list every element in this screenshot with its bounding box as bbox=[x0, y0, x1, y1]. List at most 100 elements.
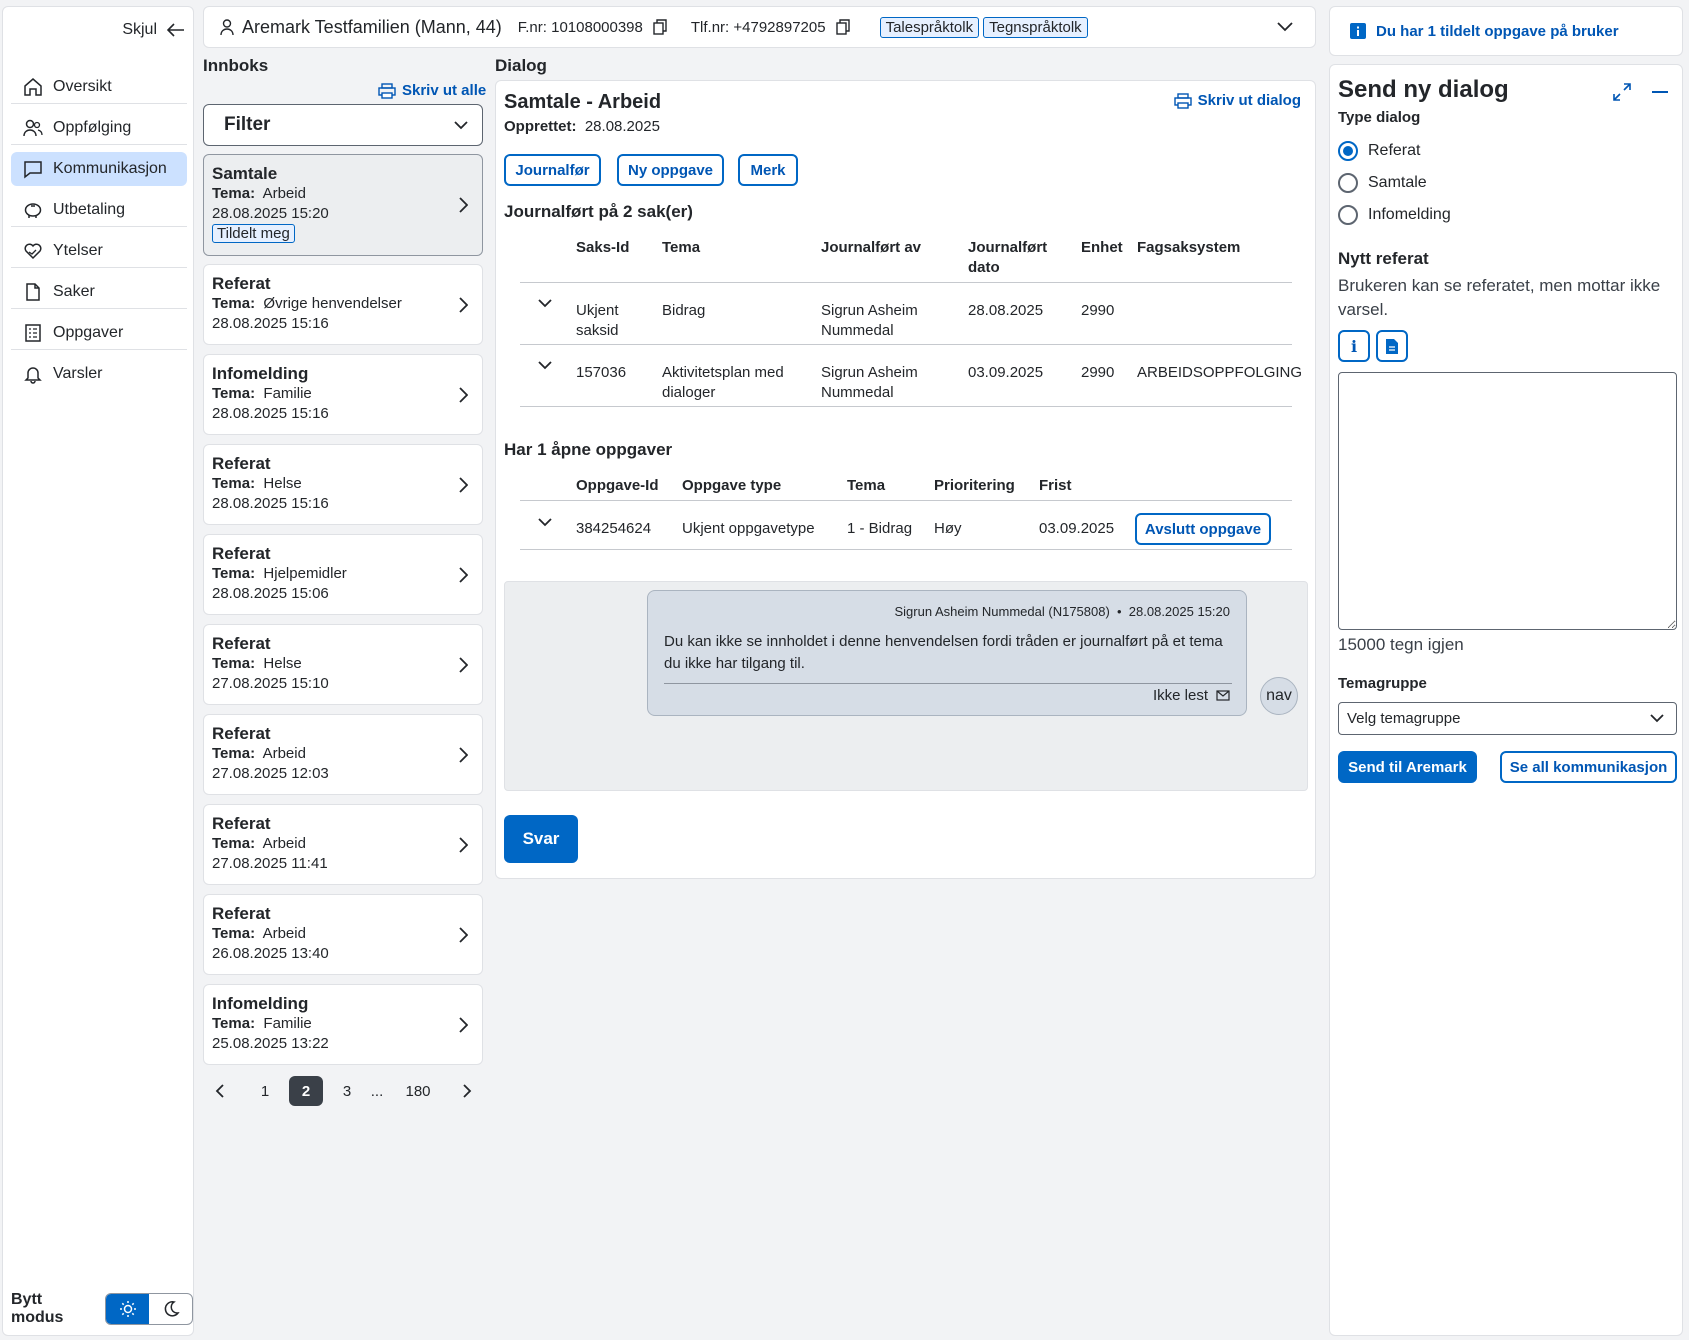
file-icon bbox=[26, 282, 40, 301]
table-cell: ARBEIDSOPPFOLGING bbox=[1137, 364, 1303, 381]
created-date: 28.08.2025 bbox=[584, 118, 660, 135]
see-all-button[interactable]: Se all kommunikasjon bbox=[1500, 751, 1677, 783]
referat-textarea[interactable] bbox=[1338, 372, 1677, 630]
table-cell: Sigrun Asheim Nummedal bbox=[821, 302, 918, 339]
printer-icon bbox=[1173, 92, 1192, 109]
copy-icon[interactable] bbox=[653, 19, 667, 35]
page-button-current[interactable]: 2 bbox=[289, 1076, 323, 1106]
inbox-item[interactable]: Referat Tema: Arbeid 26.08.2025 13:40 bbox=[203, 894, 483, 975]
info-button[interactable]: i bbox=[1338, 330, 1370, 362]
sidebar-item-oppgaver[interactable]: Oppgaver bbox=[11, 316, 187, 350]
mark-button[interactable]: Merk bbox=[738, 154, 798, 186]
page-button[interactable]: 1 bbox=[245, 1076, 285, 1106]
people-icon bbox=[23, 119, 43, 136]
close-task-button[interactable]: Avslutt oppgave bbox=[1135, 513, 1271, 545]
tema-label: Tema: bbox=[212, 475, 256, 492]
journalfor-button[interactable]: Journalfør bbox=[504, 154, 601, 186]
chevron-down-icon[interactable] bbox=[1277, 22, 1293, 32]
chevron-right-icon bbox=[459, 386, 468, 403]
sidebar-item-utbetaling[interactable]: Utbetaling bbox=[11, 193, 187, 227]
radio-referat[interactable]: Referat bbox=[1338, 141, 1420, 161]
radio-circle bbox=[1338, 141, 1358, 161]
inbox-item[interactable]: Referat Tema: Helse 27.08.2025 15:10 bbox=[203, 624, 483, 705]
expand-icon[interactable] bbox=[1613, 83, 1631, 101]
col-header: Prioritering bbox=[934, 477, 1015, 494]
next-page-button[interactable] bbox=[451, 1076, 483, 1106]
inbox-item[interactable]: Infomelding Tema: Familie 25.08.2025 13:… bbox=[203, 984, 483, 1065]
message-date: 25.08.2025 13:22 bbox=[212, 1035, 329, 1052]
col-header: Journalført dato bbox=[968, 239, 1048, 276]
table-cell: 03.09.2025 bbox=[968, 364, 1044, 381]
send-title: Send ny dialog bbox=[1338, 76, 1509, 103]
table-cell: 384254624 bbox=[576, 520, 652, 537]
expand-row-icon[interactable] bbox=[538, 299, 552, 308]
hide-sidebar-button[interactable]: Skjul bbox=[122, 21, 185, 39]
temagruppe-select[interactable]: Velg temagruppe bbox=[1338, 702, 1677, 735]
created-label: Opprettet: bbox=[504, 118, 577, 135]
person-header[interactable]: Aremark Testfamilien (Mann, 44) F.nr: 10… bbox=[203, 6, 1316, 48]
inbox-item[interactable]: Samtale Tema: Arbeid 28.08.2025 15:20 Ti… bbox=[203, 154, 483, 256]
print-all-label: Skriv ut alle bbox=[402, 82, 487, 99]
page-button[interactable]: 180 bbox=[393, 1076, 443, 1106]
message-type: Referat bbox=[212, 724, 271, 743]
inbox-item[interactable]: Referat Tema: Hjelpemidler 28.08.2025 15… bbox=[203, 534, 483, 615]
chevron-right-icon bbox=[459, 836, 468, 853]
dialog-heading: Samtale - Arbeid bbox=[504, 91, 662, 113]
col-header: Tema bbox=[847, 477, 886, 494]
chevron-down-icon bbox=[454, 120, 468, 129]
sidebar-item-label: Oppgaver bbox=[53, 323, 124, 341]
inbox-item[interactable]: Referat Tema: Arbeid 27.08.2025 12:03 bbox=[203, 714, 483, 795]
tema-label: Tema: bbox=[212, 565, 256, 582]
printer-icon bbox=[378, 82, 396, 99]
print-all-link[interactable]: Skriv ut alle bbox=[378, 82, 486, 99]
sidebar-item-saker[interactable]: Saker bbox=[11, 275, 187, 309]
hide-label: Skjul bbox=[122, 21, 157, 38]
sidebar-item-kommunikasjon[interactable]: Kommunikasjon bbox=[11, 152, 187, 186]
dark-mode-button[interactable] bbox=[149, 1294, 192, 1324]
temagruppe-label: Temagruppe bbox=[1338, 675, 1427, 692]
char-counter: 15000 tegn igjen bbox=[1338, 635, 1464, 654]
radio-infomelding[interactable]: Infomelding bbox=[1338, 205, 1451, 225]
template-button[interactable] bbox=[1376, 330, 1408, 362]
copy-icon[interactable] bbox=[835, 19, 850, 35]
fnr: F.nr: 10108000398 bbox=[517, 18, 643, 36]
tlf: Tlf.nr: +4792897205 bbox=[690, 18, 826, 36]
read-status-label: Ikke lest bbox=[1152, 687, 1208, 704]
expand-row-icon[interactable] bbox=[538, 361, 552, 370]
referat-subtitle: Nytt referat bbox=[1338, 249, 1429, 268]
sidebar-item-ytelser[interactable]: Ytelser bbox=[11, 234, 187, 268]
message-thread: Sigrun Asheim Nummedal (N175808) • 28.08… bbox=[504, 581, 1308, 791]
tasks-title: Har 1 åpne oppgaver bbox=[504, 440, 673, 459]
inbox-item[interactable]: Infomelding Tema: Familie 28.08.2025 15:… bbox=[203, 354, 483, 435]
chevron-right-icon bbox=[459, 566, 468, 583]
prev-page-button[interactable] bbox=[203, 1076, 235, 1106]
radio-samtale[interactable]: Samtale bbox=[1338, 173, 1427, 193]
col-header: Journalført av bbox=[821, 239, 922, 256]
message-type: Referat bbox=[212, 904, 271, 923]
reply-button[interactable]: Svar bbox=[504, 815, 578, 863]
pagination: 1 2 3 ... 180 bbox=[203, 1075, 493, 1107]
expand-row-icon[interactable] bbox=[538, 518, 552, 527]
minimize-icon[interactable] bbox=[1652, 91, 1668, 93]
radio-circle bbox=[1338, 173, 1358, 193]
moon-icon bbox=[164, 1301, 180, 1317]
col-header: Frist bbox=[1039, 477, 1072, 494]
print-dialog-link[interactable]: Skriv ut dialog bbox=[1173, 92, 1301, 109]
chevron-right-icon bbox=[459, 296, 468, 313]
sidebar-item-varsler[interactable]: Varsler bbox=[11, 357, 187, 391]
new-task-button[interactable]: Ny oppgave bbox=[617, 154, 724, 186]
task-notice[interactable]: Du har 1 tildelt oppgave på bruker bbox=[1329, 6, 1683, 56]
mode-toggle[interactable] bbox=[105, 1293, 193, 1325]
inbox-item[interactable]: Referat Tema: Øvrige henvendelser 28.08.… bbox=[203, 264, 483, 345]
house-icon bbox=[24, 77, 42, 96]
light-mode-button[interactable] bbox=[106, 1294, 149, 1324]
inbox-item[interactable]: Referat Tema: Arbeid 27.08.2025 11:41 bbox=[203, 804, 483, 885]
filter-dropdown[interactable]: Filter bbox=[203, 104, 483, 146]
tema-label: Tema: bbox=[212, 295, 256, 312]
sidebar-item-oppfolging[interactable]: Oppfølging bbox=[11, 111, 187, 145]
page-button[interactable]: 3 bbox=[327, 1076, 367, 1106]
sidebar-item-oversikt[interactable]: Oversikt bbox=[11, 70, 187, 104]
message-text: Du kan ikke se innholdet i denne henvend… bbox=[664, 633, 1223, 672]
inbox-item[interactable]: Referat Tema: Helse 28.08.2025 15:16 bbox=[203, 444, 483, 525]
send-button[interactable]: Send til Aremark bbox=[1338, 751, 1477, 783]
